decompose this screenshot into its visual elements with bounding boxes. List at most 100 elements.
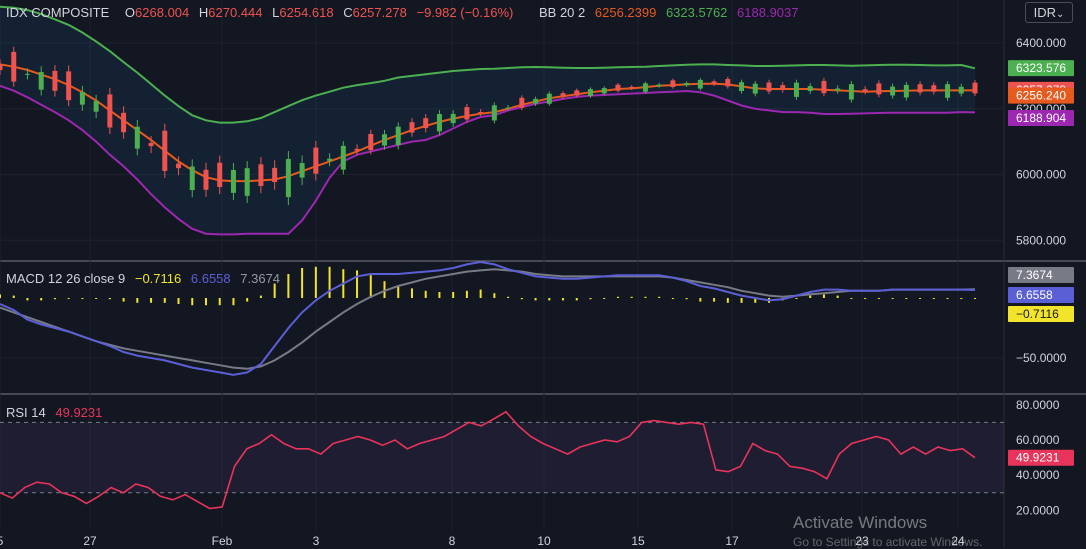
rsi-label: RSI 14 — [6, 405, 46, 420]
rsi-band-fill — [0, 422, 1004, 493]
macd-histogram-bar — [946, 298, 949, 299]
candle-body — [423, 118, 429, 129]
currency-label: IDR — [1033, 5, 1056, 20]
time-tick-label: 10 — [537, 534, 551, 547]
bb-basis-value: 6256.2399 — [594, 5, 657, 20]
bb-label: BB 20 2 — [538, 5, 586, 20]
candle-body — [670, 80, 676, 87]
candle-body — [313, 147, 319, 174]
macd-histogram-bar — [150, 298, 153, 303]
macd-badge-text: 7.3674 — [1016, 268, 1053, 282]
price-badge-text: 6188.904 — [1016, 111, 1066, 125]
macd-histogram-bar — [932, 298, 935, 299]
time-tick-label: 3 — [313, 534, 320, 547]
macd-histogram-bar — [328, 266, 331, 298]
candle-body — [917, 84, 923, 93]
macd-histogram-bar — [850, 298, 853, 299]
time-tick-label: 17 — [725, 534, 739, 547]
macd-histogram-bar — [726, 298, 729, 303]
macd-histogram-bar — [974, 298, 976, 299]
macd-histogram-bar — [520, 298, 523, 300]
rsi-value: 49.9231 — [55, 405, 103, 420]
candle-body — [203, 169, 209, 190]
macd-histogram-bar — [713, 298, 716, 302]
macd-histogram-bar — [438, 292, 441, 298]
macd-histogram-bar — [507, 296, 510, 298]
price-badge-text: 6323.576 — [1016, 61, 1066, 75]
candle-body — [409, 122, 415, 133]
rsi-tick-label: 20.0000 — [1016, 503, 1060, 517]
candle-body — [587, 89, 593, 97]
rsi-tick-label: 40.0000 — [1016, 468, 1060, 482]
candle-body — [793, 82, 799, 97]
candle-body — [134, 126, 140, 149]
candle-body — [340, 145, 346, 170]
open-value: 6268.004 — [135, 5, 190, 20]
candle-body — [752, 83, 758, 94]
candle-body — [464, 107, 470, 120]
candle-body — [79, 91, 85, 105]
high-label: H — [198, 5, 209, 20]
candle-body — [931, 85, 937, 92]
activate-windows-title: Activate Windows — [793, 513, 928, 532]
macd-histogram-bar — [369, 275, 372, 298]
macd-histogram-bar — [163, 298, 166, 303]
macd-signal-value: 7.3674 — [240, 271, 281, 286]
macd-histogram-bar — [246, 298, 249, 302]
macd-histogram-bar — [259, 295, 262, 298]
candle-body — [244, 168, 250, 196]
candle-body — [629, 86, 635, 89]
candle-body — [38, 72, 44, 90]
candle-body — [230, 170, 236, 193]
candle-body — [189, 166, 195, 191]
candle-body — [299, 163, 305, 178]
macd-histogram-bar — [397, 286, 400, 298]
candle-body — [862, 89, 868, 92]
macd-histogram-bar — [136, 298, 139, 303]
candle-body — [121, 112, 127, 133]
macd-histogram-bar — [864, 298, 867, 299]
macd-histogram-bar — [301, 268, 304, 298]
candle-body — [615, 84, 621, 91]
candle-body — [697, 79, 703, 89]
time-tick-label: 5 — [0, 534, 4, 547]
candle-body — [780, 85, 786, 90]
macd-histogram-bar — [644, 296, 647, 298]
time-tick-label: 15 — [631, 534, 645, 547]
rsi-legend: RSI 14 49.9231 — [6, 405, 108, 420]
candle-body — [436, 114, 442, 132]
candle-body — [93, 101, 99, 112]
candle-body — [848, 84, 854, 100]
bb-lower-value: 6188.9037 — [737, 5, 799, 20]
candle-body — [656, 84, 662, 87]
macd-histogram-bar — [699, 298, 702, 302]
candle-body — [176, 163, 182, 169]
change-value: −9.982 (−0.16%) — [416, 5, 514, 20]
candle-body — [711, 81, 717, 85]
macd-histogram-bar — [603, 298, 606, 299]
rsi-tick-label: 60.0000 — [1016, 433, 1060, 447]
candle-body — [382, 134, 388, 146]
macd-histogram-bar — [452, 292, 455, 298]
candle-body — [945, 84, 951, 98]
candle-body — [450, 113, 456, 124]
candle-body — [642, 83, 648, 92]
candle-body — [368, 134, 374, 151]
candle-body — [519, 97, 525, 108]
macd-label: MACD 12 26 close 9 — [6, 271, 126, 286]
currency-button[interactable]: IDR⌄ — [1025, 2, 1073, 23]
candle-body — [958, 86, 964, 94]
macd-histogram-bar — [671, 298, 674, 299]
candle-body — [52, 70, 58, 91]
macd-histogram-bar — [232, 298, 235, 306]
macd-line-value: 6.6558 — [190, 271, 231, 286]
macd-histogram-bar — [12, 295, 15, 298]
macd-histogram-bar — [630, 296, 633, 298]
price-badge-text: 6256.240 — [1016, 89, 1066, 103]
macd-histogram-bar — [53, 298, 56, 300]
macd-histogram-bar — [26, 298, 29, 301]
candle-body — [766, 82, 772, 92]
candle-body — [162, 130, 168, 171]
macd-histogram-bar — [287, 274, 290, 298]
macd-histogram-bar — [891, 298, 894, 299]
